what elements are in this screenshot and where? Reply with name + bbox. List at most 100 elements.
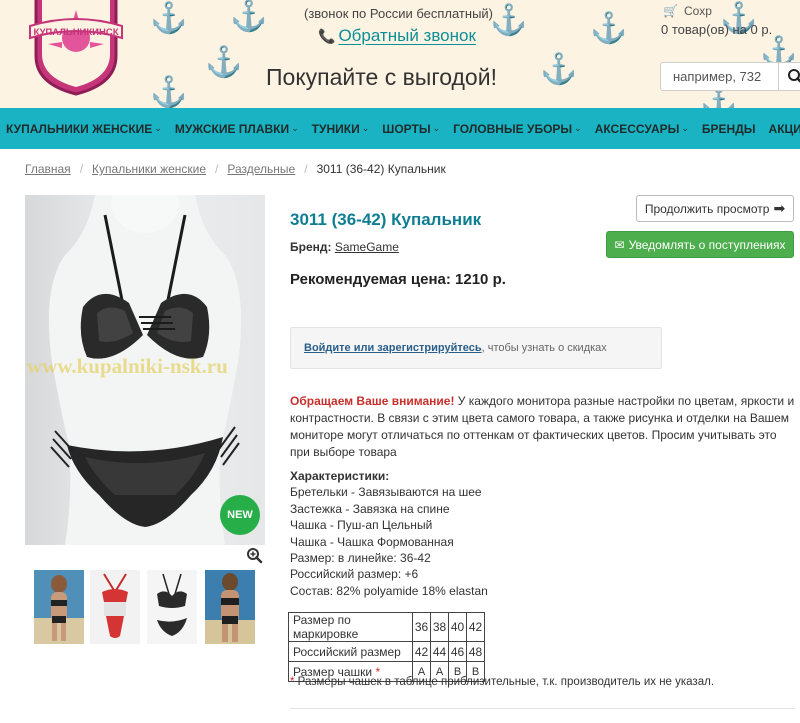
continue-browsing-label: Продолжить просмотр xyxy=(644,201,770,216)
thumbnail-image xyxy=(90,570,140,644)
thumbnail-image xyxy=(205,570,255,644)
watermark: www.kupalniki-nsk.ru xyxy=(27,354,228,378)
search-icon xyxy=(788,69,800,83)
nav-item-tunics[interactable]: ТУНИКИ ⌄ xyxy=(312,122,370,136)
divider xyxy=(290,708,795,709)
search-button[interactable] xyxy=(778,63,800,90)
table-cell: 42 xyxy=(412,641,431,662)
zoom-icon[interactable] xyxy=(246,547,264,565)
thumbnail-1[interactable] xyxy=(34,570,84,644)
cart-summary[interactable]: 0 товар(ов) на 0 р. xyxy=(661,22,772,37)
notify-button[interactable]: ✉ Уведомлять о поступлениях xyxy=(606,231,794,258)
nav-item-womens-swimwear[interactable]: КУПАЛЬНИКИ ЖЕНСКИЕ ⌄ xyxy=(6,122,162,136)
continue-browsing-button[interactable]: Продолжить просмотр ➡ xyxy=(636,195,794,222)
breadcrumb-current: 3011 (36-42) Купальник xyxy=(316,162,446,176)
table-cell: 44 xyxy=(430,641,449,662)
chevron-down-icon: ⌄ xyxy=(361,123,370,133)
size-footnote: * Размеры чашек в таблице приблизительны… xyxy=(290,676,714,688)
phone-icon: 📞 xyxy=(318,28,336,44)
brand-label: Бренд: xyxy=(290,240,332,254)
chevron-down-icon: ⌄ xyxy=(681,123,689,133)
breadcrumb-category[interactable]: Купальники женские xyxy=(92,162,206,176)
thumbnail-image xyxy=(34,570,84,644)
cart-label: Сохр xyxy=(684,4,712,18)
product-title: 3011 (36-42) Купальник xyxy=(290,210,482,229)
nav-item-shorts[interactable]: ШОРТЫ ⌄ xyxy=(382,122,440,136)
spec-line: Бретельки - Завязываются на шее xyxy=(290,485,482,500)
table-cell: 38 xyxy=(430,612,449,642)
callback-link[interactable]: Обратный звонок xyxy=(338,26,475,45)
specs-block: Характеристики: Бретельки - Завязываются… xyxy=(290,468,488,599)
anchor-decoration-icon: ⚓ xyxy=(150,2,188,35)
notify-label: Уведомлять о поступлениях xyxy=(628,237,786,252)
breadcrumb-separator: / xyxy=(215,162,219,176)
size-table: Размер по маркировке 36 38 40 42 Российс… xyxy=(288,612,485,682)
footnote-text: Размеры чашек в таблице приблизительные,… xyxy=(294,676,715,688)
arrow-right-icon: ➡ xyxy=(773,200,786,216)
login-link[interactable]: Войдите или зарегистрируйтесь xyxy=(304,342,482,354)
specs-title: Характеристики: xyxy=(290,469,390,483)
login-prompt-text: , чтобы узнать о скидках xyxy=(481,342,607,354)
callback-note: (звонок по России бесплатный) xyxy=(304,6,494,21)
table-cell: 36 xyxy=(412,612,431,642)
chevron-down-icon: ⌄ xyxy=(574,123,582,133)
spec-line: Состав: 82% polyamide 18% elastan xyxy=(290,583,488,598)
brand-row: Бренд: SameGame xyxy=(290,240,399,254)
thumbnail-2[interactable] xyxy=(90,570,140,644)
breadcrumb-separator: / xyxy=(304,162,308,176)
table-cell: Российский размер xyxy=(288,641,413,662)
thumbnail-3[interactable] xyxy=(147,570,197,644)
callback-row: 📞 Обратный звонок xyxy=(318,26,476,46)
nav-item-mens-trunks[interactable]: МУЖСКИЕ ПЛАВКИ ⌄ xyxy=(175,122,299,136)
spec-line: Российский размер: +6 xyxy=(290,567,419,582)
table-cell: Размер по маркировке xyxy=(288,612,413,642)
spec-line: Чашка - Чашка Формованная xyxy=(290,534,454,549)
breadcrumb-separator: / xyxy=(79,162,84,176)
table-cell: 46 xyxy=(448,641,467,662)
chevron-down-icon: ⌄ xyxy=(154,123,162,133)
nav-item-accessories[interactable]: АКСЕССУАРЫ ⌄ xyxy=(595,122,689,136)
nav-item-sales[interactable]: АКЦИИ xyxy=(769,122,800,136)
anchor-decoration-icon: ⚓ xyxy=(590,12,628,45)
chevron-down-icon: ⌄ xyxy=(291,123,299,133)
site-logo[interactable]: КУПАЛЬНИКИНСК xyxy=(28,0,124,96)
breadcrumb: Главная / Купальники женские / Раздельны… xyxy=(25,162,446,176)
spec-line: Чашка - Пуш-ап Цельный xyxy=(290,518,433,533)
slogan: Покупайте с выгодой! xyxy=(266,64,497,90)
spec-line: Размер: в линейке: 36-42 xyxy=(290,551,431,566)
anchor-decoration-icon: ⚓ xyxy=(205,46,243,79)
notice-heading: Обращаем Ваше внимание! xyxy=(290,394,455,408)
envelope-icon: ✉ xyxy=(614,237,625,252)
thumbnail-4[interactable] xyxy=(205,570,255,644)
table-row: Размер по маркировке 36 38 40 42 xyxy=(288,612,485,642)
swimsuit-photo: www.kupalniki-nsk.ru xyxy=(27,195,242,545)
nav-item-headwear[interactable]: ГОЛОВНЫЕ УБОРЫ ⌄ xyxy=(453,122,582,136)
anchor-decoration-icon: ⚓ xyxy=(230,0,268,33)
nav-item-brands[interactable]: БРЕНДЫ xyxy=(702,122,756,136)
logo-text: КУПАЛЬНИКИНСК xyxy=(33,27,118,38)
color-notice: Обращаем Ваше внимание! У каждого монито… xyxy=(290,393,795,461)
brand-link[interactable]: SameGame xyxy=(335,240,399,254)
search-input[interactable] xyxy=(661,63,777,90)
search-box xyxy=(660,62,800,91)
spec-line: Застежка - Завязка на спине xyxy=(290,501,450,516)
table-cell: 48 xyxy=(466,641,485,662)
thumbnail-image xyxy=(147,570,197,644)
login-prompt: Войдите или зарегистрируйтесь, чтобы узн… xyxy=(290,327,662,369)
anchor-decoration-icon: ⚓ xyxy=(150,76,188,108)
anchor-decoration-icon: ⚓ xyxy=(700,86,738,109)
new-badge: NEW xyxy=(220,495,260,535)
product-price: Рекомендуемая цена: 1210 р. xyxy=(290,271,506,288)
cart-icon[interactable]: 🛒 xyxy=(663,4,678,18)
anchor-decoration-icon: ⚓ xyxy=(540,53,578,86)
breadcrumb-subcategory[interactable]: Раздельные xyxy=(227,162,295,176)
table-cell: 42 xyxy=(466,612,485,642)
anchor-decoration-icon: ⚓ xyxy=(490,4,528,37)
table-row: Российский размер 42 44 46 48 xyxy=(288,641,485,662)
site-header: ⚓ ⚓ ⚓ ⚓ ⚓ ⚓ ⚓ ⚓ ⚓ ⚓ КУПАЛЬНИКИНСК (звоно… xyxy=(0,0,800,108)
table-cell: 40 xyxy=(448,612,467,642)
main-nav: КУПАЛЬНИКИ ЖЕНСКИЕ ⌄ МУЖСКИЕ ПЛАВКИ ⌄ ТУНИ… xyxy=(0,108,800,149)
product-main-image[interactable]: www.kupalniki-nsk.ru xyxy=(25,195,265,545)
chevron-down-icon: ⌄ xyxy=(432,123,441,133)
breadcrumb-home[interactable]: Главная xyxy=(25,162,71,176)
